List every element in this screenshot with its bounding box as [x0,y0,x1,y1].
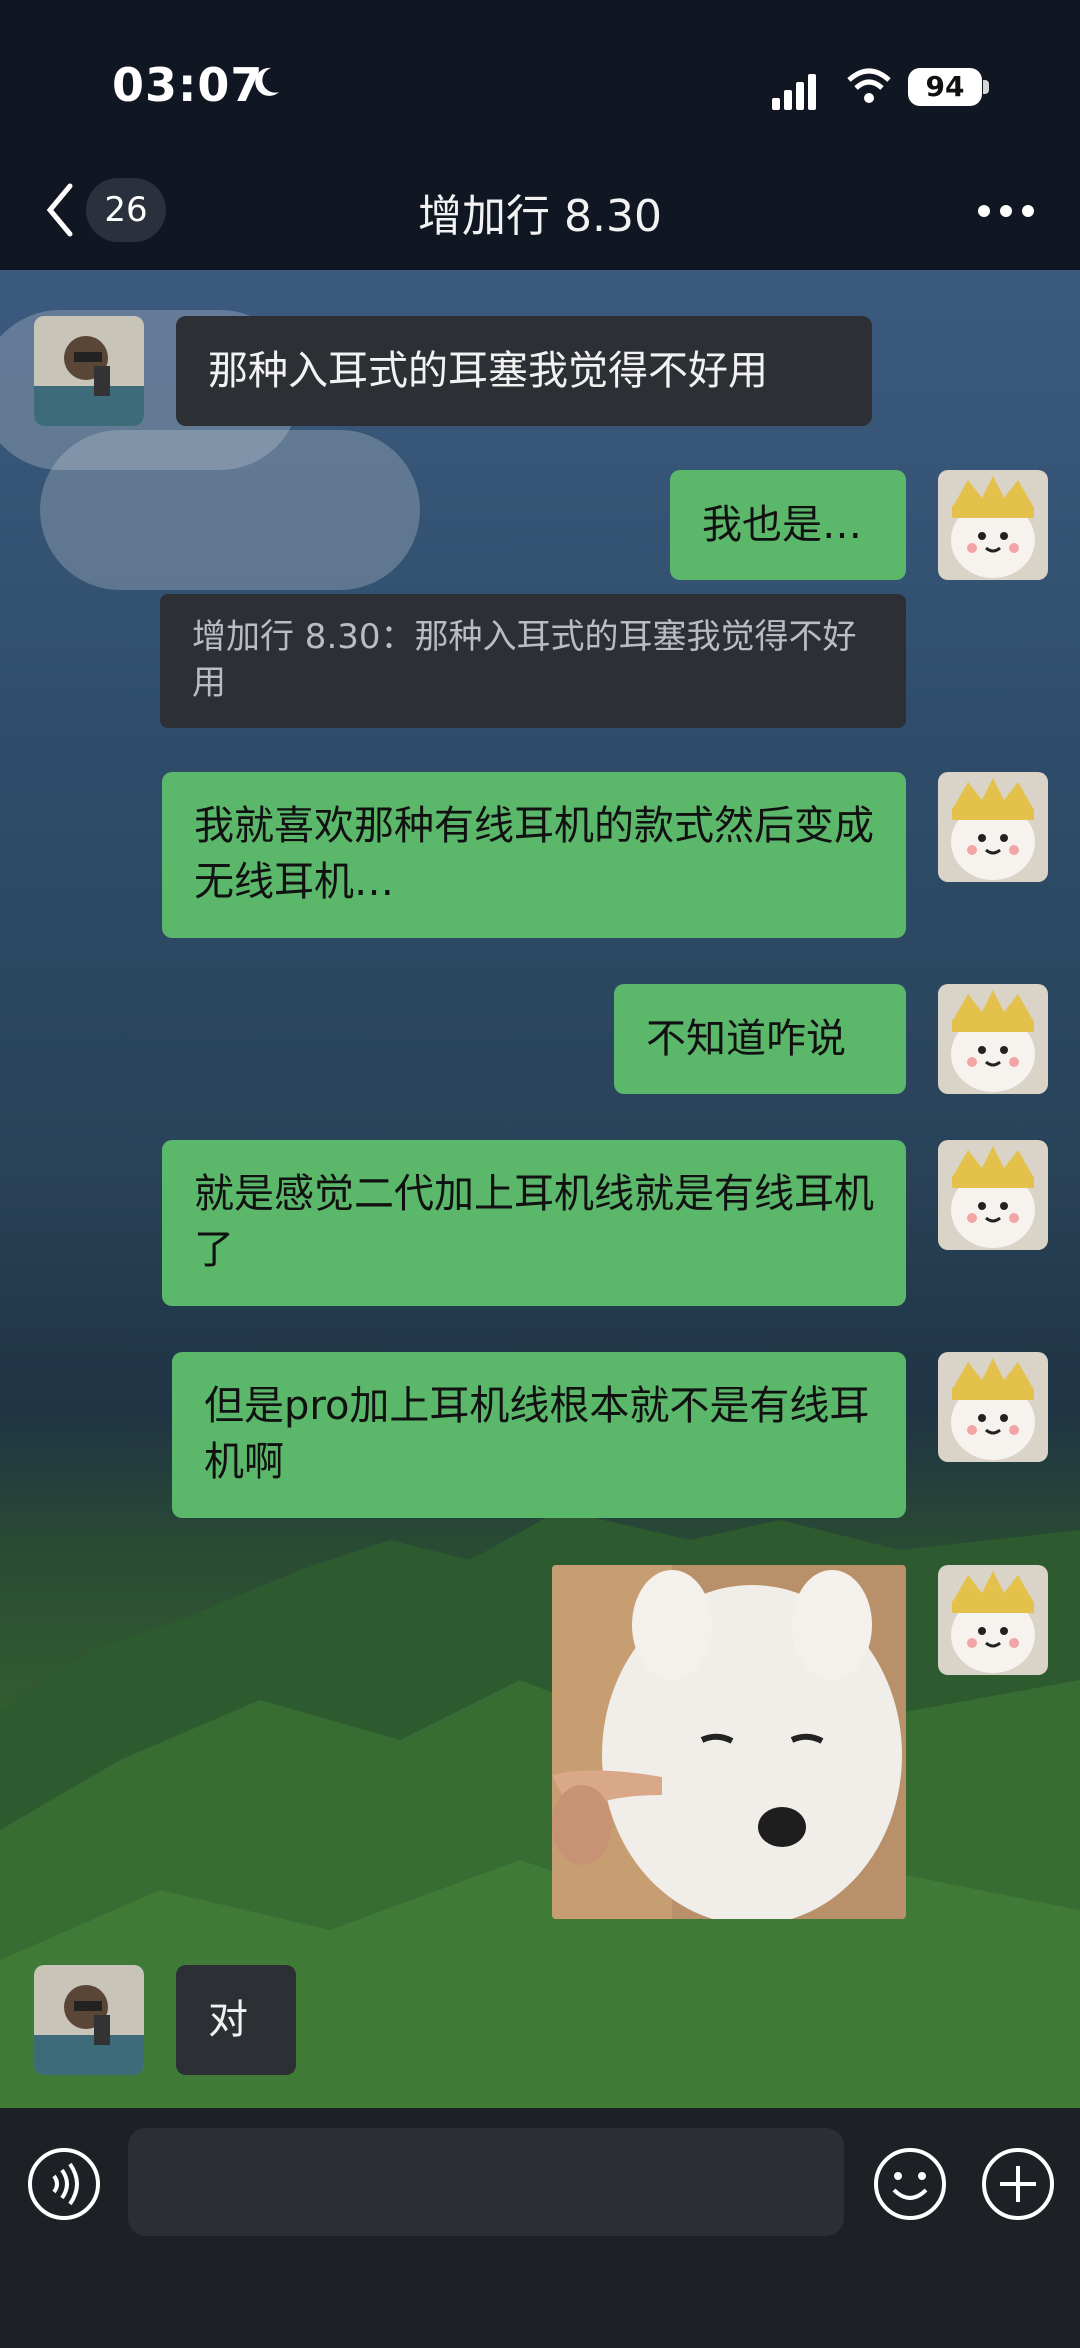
contact-avatar[interactable] [34,316,144,426]
wifi-icon [847,68,891,103]
battery-tip [983,80,989,94]
message-bubble[interactable]: 对 [176,1965,296,2075]
message-bubble[interactable]: 我也是… [670,470,906,580]
message-bubble[interactable]: 不知道咋说 [614,984,906,1094]
quoted-message[interactable]: 增加行 8.30：那种入耳式的耳塞我觉得不好用 [160,594,906,728]
mountain-landscape [0,1510,1080,2108]
signal-icon [772,74,816,110]
chat-background: 那种入耳式的耳塞我觉得不好用 我也是… 增加行 8.30：那种入耳式的耳塞我觉得… [0,270,1080,2108]
message-bubble[interactable]: 我就喜欢那种有线耳机的款式然后变成无线耳机… [162,772,906,938]
my-avatar[interactable] [938,984,1048,1094]
status-time: 03:07 [112,58,264,112]
more-options-icon[interactable] [978,205,1034,219]
message-bubble[interactable]: 就是感觉二代加上耳机线就是有线耳机了 [162,1140,906,1306]
moon-icon [255,67,279,96]
my-avatar[interactable] [938,1140,1048,1250]
contact-avatar[interactable] [34,1965,144,2075]
samoyed-sticker[interactable] [552,1565,906,1919]
message-bubble[interactable]: 但是pro加上耳机线根本就不是有线耳机啊 [172,1352,906,1518]
voice-input-icon[interactable] [26,2146,102,2222]
message-input[interactable] [128,2128,844,2236]
my-avatar[interactable] [938,1352,1048,1462]
chat-title: 增加行 8.30 [418,191,662,242]
battery-indicator: 94 [908,68,982,106]
my-avatar[interactable] [938,470,1048,580]
top-bar: 03:07 94 26 增加行 8.30 [0,0,1080,270]
my-avatar[interactable] [938,1565,1048,1675]
message-bubble[interactable]: 那种入耳式的耳塞我觉得不好用 [176,316,872,426]
plus-icon[interactable] [980,2146,1056,2222]
emoji-icon[interactable] [872,2146,948,2222]
cloud [40,430,420,590]
my-avatar[interactable] [938,772,1048,882]
